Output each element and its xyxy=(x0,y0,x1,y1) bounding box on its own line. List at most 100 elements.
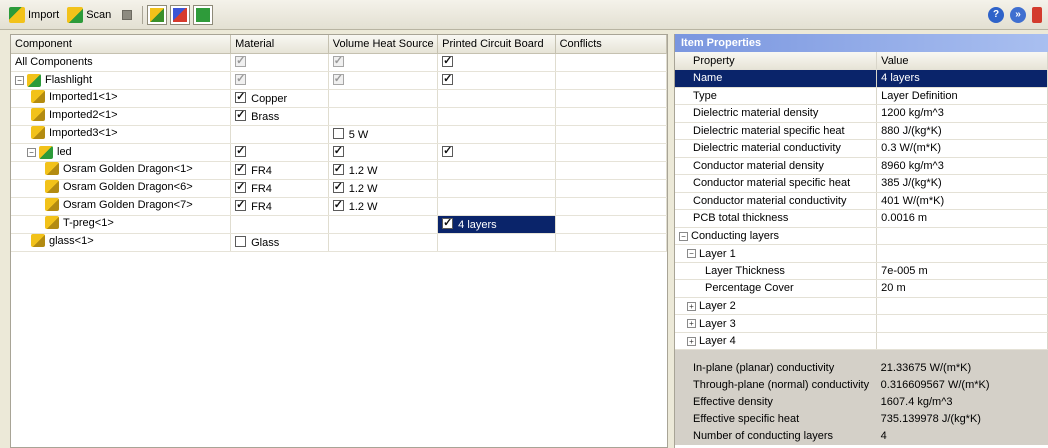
material-checkbox[interactable] xyxy=(235,198,247,211)
conflicts-cell xyxy=(555,53,668,72)
material-checkbox[interactable] xyxy=(235,90,247,103)
conflicts-cell xyxy=(555,143,668,162)
material-filter-button[interactable] xyxy=(170,4,191,25)
property-row[interactable]: Conductor material density 8960 kg/m^3 xyxy=(675,157,1048,175)
property-value[interactable]: 20 m xyxy=(876,279,1048,298)
table-row[interactable]: Imported1<1> Copper xyxy=(11,89,668,108)
summary-row: Number of conducting layers 4 xyxy=(675,427,1048,445)
close-icon[interactable] xyxy=(1032,7,1042,23)
collapse-toggle[interactable]: − xyxy=(27,147,36,157)
table-row[interactable]: Osram Golden Dragon<1> FR4 1.2 W xyxy=(11,161,668,180)
pcb-checkbox[interactable] xyxy=(442,54,454,67)
table-row[interactable]: Imported2<1> Brass xyxy=(11,107,668,126)
spacer-row xyxy=(675,349,1048,360)
import-button[interactable]: Import xyxy=(6,4,62,26)
summary-row: Through-plane (normal) conductivity 0.316… xyxy=(675,376,1048,394)
vhs-checkbox[interactable] xyxy=(332,72,344,85)
expand-toggle[interactable]: + xyxy=(687,301,696,311)
vhs-cell xyxy=(328,53,439,72)
property-group-row[interactable]: − Conducting layers xyxy=(675,227,1048,245)
material-checkbox[interactable] xyxy=(235,180,247,193)
vhs-cell xyxy=(328,107,439,126)
property-row[interactable]: Conductor material conductivity 401 W/(m*… xyxy=(675,192,1048,210)
pcb-checkbox[interactable] xyxy=(442,72,454,85)
table-row[interactable]: − led xyxy=(11,143,668,162)
property-value[interactable]: 401 W/(m*K) xyxy=(876,192,1048,210)
material-checkbox[interactable] xyxy=(235,162,247,175)
material-checkbox[interactable] xyxy=(235,235,247,247)
property-value[interactable]: 4 layers xyxy=(876,69,1048,88)
component-cell: T-preg<1> xyxy=(11,215,232,234)
pcb-checkbox[interactable] xyxy=(442,144,454,157)
vhs-checkbox[interactable] xyxy=(332,180,344,193)
expand-toggle[interactable]: + xyxy=(687,319,696,328)
grid-icon[interactable] xyxy=(122,9,133,20)
vhs-cell xyxy=(328,71,439,90)
property-row[interactable]: Type Layer Definition xyxy=(675,87,1048,105)
collapse-toggle[interactable]: − xyxy=(15,75,24,85)
material-cell: FR4 xyxy=(230,179,329,198)
vhs-checkbox[interactable] xyxy=(332,144,344,157)
header-value[interactable]: Value xyxy=(876,52,1048,70)
table-row[interactable]: Osram Golden Dragon<6> FR4 1.2 W xyxy=(11,179,668,198)
header-material[interactable]: Material xyxy=(230,35,329,54)
property-row[interactable]: Percentage Cover 20 m xyxy=(675,279,1048,298)
help-icon[interactable]: ? xyxy=(988,7,1004,23)
property-group: + Layer 4 xyxy=(675,332,878,350)
component-cell: − led xyxy=(11,143,232,162)
property-group: + Layer 2 xyxy=(675,297,878,315)
property-row[interactable]: Dielectric material density 1200 kg/m^3 xyxy=(675,104,1048,123)
property-value[interactable]: 8960 kg/m^3 xyxy=(876,157,1048,175)
property-value[interactable]: 1200 kg/m^3 xyxy=(876,104,1048,123)
property-value[interactable]: 0.3 W/(m*K) xyxy=(876,139,1048,158)
vhs-checkbox[interactable] xyxy=(332,127,344,139)
property-value[interactable]: 0.0016 m xyxy=(876,209,1048,228)
scan-button[interactable]: Scan xyxy=(64,4,114,26)
property-row[interactable]: Dielectric material conductivity 0.3 W/(m… xyxy=(675,139,1048,158)
property-row[interactable]: Layer Thickness 7e-005 m xyxy=(675,262,1048,280)
property-group-row[interactable]: + Layer 4 xyxy=(675,332,1048,350)
property-row-selected[interactable]: Name 4 layers xyxy=(675,69,1048,88)
header-property[interactable]: Property xyxy=(675,52,878,70)
collapse-toggle[interactable]: − xyxy=(679,231,688,241)
property-row[interactable]: Dielectric material specific heat 880 J/(… xyxy=(675,122,1048,140)
property-group-row[interactable]: + Layer 3 xyxy=(675,314,1048,333)
header-volume-heat-source[interactable]: Volume Heat Source xyxy=(328,35,439,54)
pcb-cell xyxy=(437,125,556,144)
vhs-checkbox[interactable] xyxy=(332,162,344,175)
material-checkbox[interactable] xyxy=(235,144,247,157)
vhs-checkbox[interactable] xyxy=(332,198,344,211)
header-pcb[interactable]: Printed Circuit Board xyxy=(437,35,556,54)
property-value[interactable]: 7e-005 m xyxy=(876,262,1048,280)
material-checkbox[interactable] xyxy=(235,108,247,121)
collapse-toggle[interactable]: − xyxy=(687,249,696,258)
expand-toggle[interactable]: + xyxy=(687,336,696,346)
property-value[interactable]: 880 J/(kg*K) xyxy=(876,122,1048,140)
property-group-row[interactable]: + Layer 2 xyxy=(675,297,1048,315)
property-row[interactable]: Conductor material specific heat 385 J/(k… xyxy=(675,174,1048,193)
pcb-checkbox[interactable] xyxy=(442,216,454,229)
property-group-row[interactable]: − Layer 1 xyxy=(675,244,1048,263)
vhs-checkbox[interactable] xyxy=(332,54,344,67)
component-label: Imported1<1> xyxy=(49,90,118,103)
component-filter-button[interactable] xyxy=(147,4,168,25)
material-checkbox[interactable] xyxy=(235,54,247,67)
property-value[interactable]: Layer Definition xyxy=(876,87,1048,105)
table-row[interactable]: glass<1> Glass xyxy=(11,233,668,252)
table-row[interactable]: − Flashlight xyxy=(11,71,668,90)
pcb-cell-selected[interactable]: 4 layers xyxy=(437,215,556,234)
header-conflicts[interactable]: Conflicts xyxy=(555,35,668,54)
collapse-icon[interactable]: » xyxy=(1010,7,1026,23)
pcb-filter-button[interactable] xyxy=(193,4,214,25)
property-row[interactable]: PCB total thickness 0.0016 m xyxy=(675,209,1048,228)
property-value[interactable]: 385 J/(kg*K) xyxy=(876,174,1048,193)
table-row[interactable]: Osram Golden Dragon<7> FR4 1.2 W xyxy=(11,197,668,216)
pcb-cell xyxy=(437,197,556,216)
table-row[interactable]: All Components xyxy=(11,53,668,72)
table-row[interactable]: Imported3<1> 5 W xyxy=(11,125,668,144)
header-component[interactable]: Component xyxy=(11,35,232,54)
summary-value: 0.316609567 W/(m*K) xyxy=(880,379,990,391)
table-row[interactable]: T-preg<1> 4 layers xyxy=(11,215,668,234)
material-checkbox[interactable] xyxy=(235,72,247,85)
property-key: Percentage Cover xyxy=(675,279,878,298)
